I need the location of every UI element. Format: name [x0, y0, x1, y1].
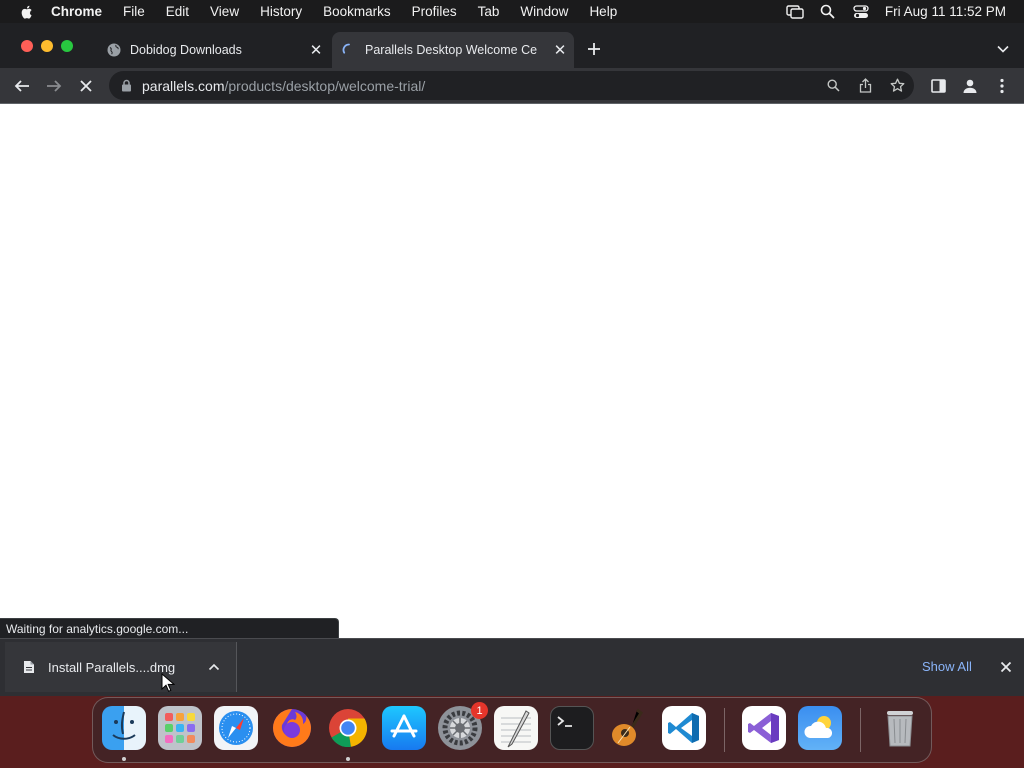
share-icon[interactable]	[857, 77, 874, 94]
finder-icon[interactable]	[102, 706, 146, 750]
tab-close-icon[interactable]: ✕	[308, 42, 324, 59]
url-host: parallels.com	[142, 77, 225, 94]
screen-mirroring-icon[interactable]	[786, 4, 804, 20]
download-item[interactable]: Install Parallels....dmg	[5, 642, 237, 692]
menu-bar: Chrome File Edit View History Bookmarks …	[0, 0, 1024, 23]
menu-bookmarks[interactable]: Bookmarks	[323, 4, 391, 19]
tab-dobidog-downloads[interactable]: Dobidog Downloads ✕	[97, 32, 330, 68]
menu-tab[interactable]: Tab	[478, 4, 500, 19]
menu-view[interactable]: View	[210, 4, 239, 19]
tab-title: Parallels Desktop Welcome Ce	[365, 43, 538, 57]
garageband-icon[interactable]	[606, 706, 650, 750]
side-panel-icon	[930, 79, 946, 93]
menu-edit[interactable]: Edit	[166, 4, 189, 19]
menu-help[interactable]: Help	[589, 4, 617, 19]
menu-bar-clock[interactable]: Fri Aug 11 11:52 PM	[885, 4, 1006, 19]
plus-icon	[588, 43, 600, 55]
tab-search-chevron-icon[interactable]	[996, 42, 1010, 56]
menu-profiles[interactable]: Profiles	[412, 4, 457, 19]
apple-logo-icon[interactable]	[19, 4, 35, 20]
textedit-icon[interactable]	[494, 706, 538, 750]
new-tab-button[interactable]	[585, 40, 603, 58]
mouse-pointer-icon	[161, 673, 175, 692]
menu-window[interactable]: Window	[520, 4, 568, 19]
close-window-button[interactable]	[21, 40, 33, 52]
chrome-icon[interactable]	[326, 706, 370, 750]
browser-toolbar: parallels.com/products/desktop/welcome-t…	[0, 68, 1024, 104]
tab-strip: Dobidog Downloads ✕ Parallels Desktop We…	[0, 23, 1024, 68]
person-icon	[963, 79, 977, 93]
arrow-right-icon	[47, 80, 62, 92]
chrome-menu-button[interactable]	[992, 76, 1012, 96]
globe-icon	[107, 43, 121, 57]
chevron-up-icon[interactable]	[207, 660, 221, 674]
safari-icon[interactable]	[214, 706, 258, 750]
page-content[interactable]	[0, 104, 1024, 638]
menu-history[interactable]: History	[260, 4, 302, 19]
dock-divider	[860, 708, 861, 752]
show-all-downloads-button[interactable]: Show All	[922, 659, 972, 674]
launchpad-icon[interactable]	[158, 706, 202, 750]
weather-icon[interactable]	[798, 706, 842, 750]
trash-icon[interactable]	[878, 706, 922, 750]
more-vertical-icon	[1000, 78, 1004, 94]
close-icon	[80, 80, 92, 92]
bookmark-star-icon[interactable]	[889, 77, 906, 94]
running-indicator	[122, 757, 126, 761]
menu-app-name[interactable]: Chrome	[51, 4, 102, 19]
terminal-icon[interactable]	[550, 706, 594, 750]
close-icon	[1000, 661, 1012, 673]
dock-divider	[724, 708, 725, 752]
omnibox-search-icon[interactable]	[825, 77, 842, 94]
minimize-window-button[interactable]	[41, 40, 53, 52]
profile-button[interactable]	[960, 76, 980, 96]
tab-close-icon[interactable]: ✕	[552, 42, 568, 59]
firefox-icon[interactable]	[270, 706, 314, 750]
app-store-icon[interactable]	[382, 706, 426, 750]
zoom-window-button[interactable]	[61, 40, 73, 52]
address-bar[interactable]: parallels.com/products/desktop/welcome-t…	[109, 71, 914, 100]
lock-icon[interactable]	[121, 79, 132, 92]
close-download-shelf-button[interactable]	[998, 659, 1014, 675]
dock: 1	[92, 697, 932, 763]
back-button[interactable]	[12, 76, 32, 96]
download-shelf: Install Parallels....dmg Show All	[0, 638, 1024, 696]
menu-file[interactable]: File	[123, 4, 145, 19]
file-icon	[24, 661, 34, 673]
loading-spinner-icon	[342, 43, 350, 54]
status-bubble: Waiting for analytics.google.com...	[0, 618, 339, 638]
notification-badge: 1	[471, 702, 488, 719]
side-panel-button[interactable]	[928, 76, 948, 96]
visual-studio-icon[interactable]	[742, 706, 786, 750]
download-file-name: Install Parallels....dmg	[48, 659, 176, 675]
url-path: /products/desktop/welcome-trial/	[224, 77, 426, 94]
stop-loading-button[interactable]	[76, 76, 96, 96]
spotlight-search-icon[interactable]	[819, 4, 837, 20]
arrow-left-icon	[14, 80, 29, 92]
tab-title: Dobidog Downloads	[130, 43, 242, 57]
control-center-icon[interactable]	[852, 4, 870, 20]
forward-button[interactable]	[44, 76, 64, 96]
vscode-icon[interactable]	[662, 706, 706, 750]
running-indicator	[346, 757, 350, 761]
window-controls	[21, 40, 73, 52]
tab-parallels-welcome[interactable]: Parallels Desktop Welcome Ce ✕	[332, 32, 574, 68]
url-text[interactable]: parallels.com/products/desktop/welcome-t…	[142, 78, 425, 94]
